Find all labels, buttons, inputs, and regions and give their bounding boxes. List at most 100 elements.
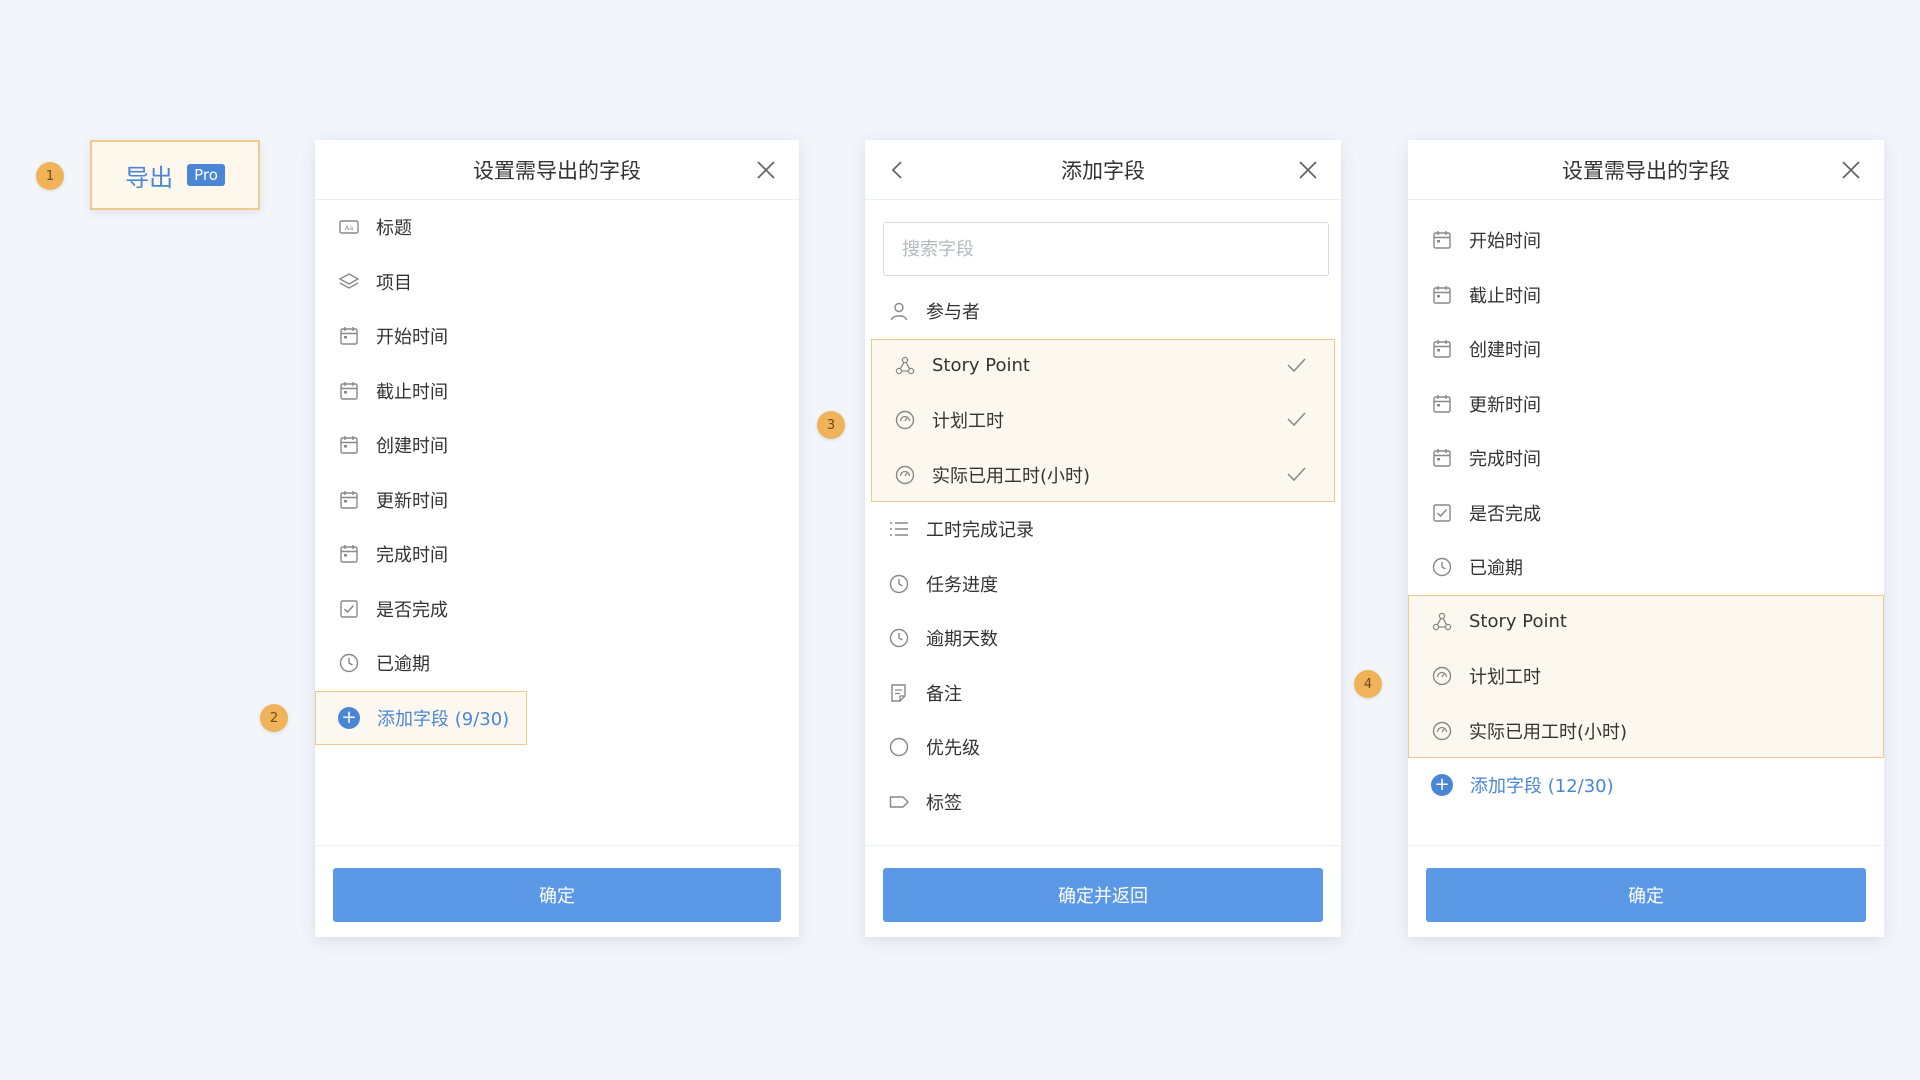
field-label: 计划工时 bbox=[1469, 667, 1541, 689]
field-item[interactable]: Story Point bbox=[1408, 595, 1884, 650]
field-label: 备注 bbox=[926, 683, 962, 705]
list-icon bbox=[887, 517, 911, 541]
field-item[interactable]: 创建时间 bbox=[315, 418, 799, 473]
field-item[interactable]: 参与者 bbox=[865, 284, 1341, 339]
panel-footer: 确定 bbox=[1408, 845, 1884, 937]
panel-title: 设置需导出的字段 bbox=[473, 158, 641, 183]
calendar-icon bbox=[337, 542, 361, 566]
field-label: 更新时间 bbox=[1469, 394, 1541, 416]
step-badge-3: 3 bbox=[817, 411, 845, 439]
add-field-button[interactable]: + 添加字段 (12/30) bbox=[1408, 758, 1884, 813]
field-item[interactable]: 截止时间 bbox=[1408, 268, 1884, 323]
field-item[interactable]: 备注 bbox=[865, 666, 1341, 721]
field-label: 标题 bbox=[376, 218, 412, 240]
field-item[interactable]: 开始时间 bbox=[1408, 213, 1884, 268]
calendar-icon bbox=[1430, 392, 1454, 416]
export-button[interactable]: 导出 Pro bbox=[90, 140, 260, 210]
note-icon bbox=[887, 681, 911, 705]
field-label: 是否完成 bbox=[1469, 503, 1541, 525]
stage: 1 导出 Pro 2 设置需导出的字段 Aa 标题 项目 开始时间 截止时间 创建时间 更新… bbox=[0, 0, 1920, 1080]
pro-badge: Pro bbox=[187, 164, 225, 186]
calendar-icon bbox=[1430, 446, 1454, 470]
field-label: 完成时间 bbox=[376, 545, 448, 567]
clock-icon bbox=[887, 572, 911, 596]
plus-circle-icon: + bbox=[1431, 774, 1453, 797]
panel-title: 设置需导出的字段 bbox=[1562, 158, 1730, 183]
field-label: Story Point bbox=[1469, 611, 1567, 633]
clock-icon bbox=[337, 651, 361, 675]
user-icon bbox=[887, 299, 911, 323]
field-item[interactable]: Aa 标题 bbox=[315, 200, 799, 255]
field-item[interactable]: 创建时间 bbox=[1408, 322, 1884, 377]
field-label: 计划工时 bbox=[932, 411, 1004, 433]
field-label: 已逾期 bbox=[1469, 558, 1523, 580]
panel-footer: 确定 bbox=[315, 845, 799, 937]
search-input[interactable] bbox=[902, 238, 1310, 260]
calendar-icon bbox=[337, 324, 361, 348]
field-item[interactable]: 计划工时 bbox=[1408, 649, 1884, 704]
field-label: Story Point bbox=[932, 355, 1030, 377]
field-item[interactable]: 已逾期 bbox=[315, 636, 799, 691]
field-label: 创建时间 bbox=[376, 436, 448, 458]
field-label: 工时完成记录 bbox=[926, 520, 1034, 542]
field-item[interactable]: 完成时间 bbox=[1408, 431, 1884, 486]
field-item[interactable]: 任务进度 bbox=[865, 557, 1341, 612]
field-label: 截止时间 bbox=[1469, 285, 1541, 307]
field-item[interactable]: 截止时间 bbox=[315, 364, 799, 419]
add-field-button[interactable]: + 添加字段 (9/30) bbox=[315, 690, 527, 745]
close-icon[interactable] bbox=[1293, 155, 1323, 185]
add-field-panel: 添加字段 参与者 Story Point 计划工时实际已用工时(小时) 工时完成记录任… bbox=[865, 140, 1341, 937]
field-item[interactable]: 计划工时 bbox=[871, 393, 1335, 448]
field-label: 开始时间 bbox=[1469, 231, 1541, 253]
field-label: 更新时间 bbox=[376, 490, 448, 512]
export-fields-panel-updated: 设置需导出的字段 开始时间截止时间创建时间更新时间完成时间是否完成已逾期 Stor… bbox=[1408, 140, 1884, 937]
field-label: 创建时间 bbox=[1469, 340, 1541, 362]
field-item[interactable]: 开始时间 bbox=[315, 309, 799, 364]
step-badge-4: 4 bbox=[1354, 670, 1382, 698]
field-item[interactable]: 完成时间 bbox=[315, 527, 799, 582]
panel-title: 添加字段 bbox=[1061, 158, 1145, 183]
confirm-and-return-button[interactable]: 确定并返回 bbox=[883, 868, 1323, 922]
field-item[interactable]: 更新时间 bbox=[315, 473, 799, 528]
field-item[interactable]: 是否完成 bbox=[315, 582, 799, 637]
circle-icon bbox=[887, 735, 911, 759]
search-field[interactable] bbox=[883, 222, 1329, 276]
field-item[interactable]: Story Point bbox=[871, 339, 1335, 394]
field-item[interactable]: 更新时间 bbox=[1408, 377, 1884, 432]
close-icon[interactable] bbox=[751, 155, 781, 185]
checkbox-icon bbox=[337, 597, 361, 621]
field-item[interactable]: 优先级 bbox=[865, 720, 1341, 775]
confirm-button[interactable]: 确定 bbox=[1426, 868, 1866, 922]
field-label: 项目 bbox=[376, 272, 412, 294]
field-label: 开始时间 bbox=[376, 327, 448, 349]
back-icon[interactable] bbox=[883, 155, 913, 185]
layers-icon bbox=[337, 270, 361, 294]
available-field-list: 参与者 Story Point 计划工时实际已用工时(小时) 工时完成记录任务进度 逾期… bbox=[865, 284, 1341, 829]
field-item[interactable]: 工时完成记录 bbox=[865, 502, 1341, 557]
calendar-icon bbox=[337, 379, 361, 403]
check-icon bbox=[1285, 463, 1309, 487]
gauge-icon bbox=[893, 463, 917, 487]
field-item[interactable]: 标签 bbox=[865, 775, 1341, 830]
field-item[interactable]: 项目 bbox=[315, 255, 799, 310]
field-item[interactable]: 逾期天数 bbox=[865, 611, 1341, 666]
field-item[interactable]: 是否完成 bbox=[1408, 486, 1884, 541]
gauge-icon bbox=[1430, 719, 1454, 743]
tag-icon bbox=[887, 790, 911, 814]
field-item[interactable]: 实际已用工时(小时) bbox=[871, 448, 1335, 503]
check-icon bbox=[1285, 354, 1309, 378]
field-item[interactable]: 实际已用工时(小时) bbox=[1408, 704, 1884, 759]
field-list: Aa 标题项目开始时间截止时间创建时间更新时间完成时间是否完成已逾期 bbox=[315, 200, 799, 691]
clock-icon bbox=[1430, 555, 1454, 579]
svg-text:Aa: Aa bbox=[345, 224, 353, 232]
export-fields-panel: 设置需导出的字段 Aa 标题项目开始时间截止时间创建时间更新时间完成时间是否完成已… bbox=[315, 140, 799, 937]
field-item[interactable]: 已逾期 bbox=[1408, 540, 1884, 595]
text-field-icon: Aa bbox=[337, 215, 361, 239]
confirm-button[interactable]: 确定 bbox=[333, 868, 781, 922]
close-icon[interactable] bbox=[1836, 155, 1866, 185]
field-label: 截止时间 bbox=[376, 381, 448, 403]
export-label: 导出 bbox=[125, 163, 174, 192]
check-icon bbox=[1285, 408, 1309, 432]
add-field-label: 添加字段 (9/30) bbox=[377, 708, 510, 730]
field-label: 是否完成 bbox=[376, 599, 448, 621]
